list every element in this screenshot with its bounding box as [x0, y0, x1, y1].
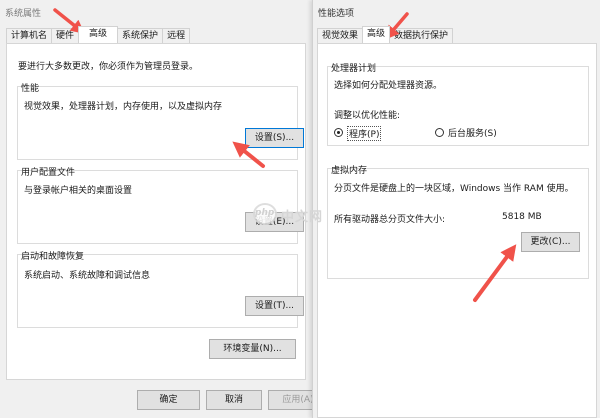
startup-recovery-settings-button[interactable]: 设置(T)... — [245, 296, 304, 316]
tab-visual-effects[interactable]: 视觉效果 — [317, 28, 364, 43]
programs-radio[interactable] — [334, 128, 343, 137]
tab-remote[interactable]: 远程 — [162, 28, 191, 43]
virtual-memory-desc: 分页文件是硬盘上的一块区域，Windows 当作 RAM 使用。 — [334, 184, 574, 194]
background-services-radio[interactable] — [435, 128, 444, 137]
background-services-radio-label[interactable]: 后台服务(S) — [448, 126, 497, 139]
tab-system-protection[interactable]: 系统保护 — [117, 28, 164, 43]
cancel-button[interactable]: 取消 — [206, 390, 262, 410]
window-title: 系统属性 — [5, 9, 42, 19]
window-title: 性能选项 — [318, 9, 355, 19]
watermark-text: 中文网 — [281, 210, 324, 225]
total-paging-label: 所有驱动器总分页文件大小: — [334, 215, 446, 225]
processor-scheduling-desc: 选择如何分配处理器资源。 — [334, 81, 443, 91]
tab-advanced[interactable]: 高级 — [362, 26, 391, 43]
virtual-memory-title: 虚拟内存 — [331, 166, 368, 176]
performance-desc: 视觉效果，处理器计划，内存使用，以及虚拟内存 — [24, 102, 223, 112]
tab-bar: 计算机名 硬件 高级 系统保护 远程 — [6, 26, 191, 43]
tab-data-execution-prevention[interactable]: 数据执行保护 — [389, 28, 454, 43]
admin-note: 要进行大多数更改，你必须作为管理员登录。 — [18, 62, 199, 72]
tab-computer-name[interactable]: 计算机名 — [6, 28, 53, 43]
user-profiles-desc: 与登录帐户相关的桌面设置 — [24, 186, 133, 196]
performance-group-title: 性能 — [21, 84, 40, 94]
startup-recovery-group — [17, 254, 298, 328]
tab-bar: 视觉效果 高级 数据执行保护 — [317, 26, 454, 43]
performance-group — [17, 86, 298, 160]
php-cn-watermark: php 中文网 — [253, 201, 343, 227]
ok-button[interactable]: 确定 — [137, 390, 200, 410]
user-profiles-group-title: 用户配置文件 — [21, 168, 76, 178]
adjust-label: 调整以优化性能: — [334, 111, 401, 121]
tab-hardware[interactable]: 硬件 — [51, 28, 80, 43]
environment-variables-button[interactable]: 环境变量(N)... — [209, 339, 296, 359]
performance-settings-button[interactable]: 设置(S)... — [245, 128, 304, 148]
performance-options-window: 性能选项 视觉效果 高级 数据执行保护 处理器计划 选择如何分配处理器资源。 调… — [312, 0, 600, 418]
tab-advanced[interactable]: 高级 — [78, 26, 119, 43]
tab-panel: 处理器计划 选择如何分配处理器资源。 调整以优化性能: 程序(P) 后台服务(S… — [317, 43, 597, 418]
processor-scheduling-title: 处理器计划 — [331, 64, 377, 74]
watermark-php-text: php — [255, 208, 275, 218]
total-paging-value: 5818 MB — [502, 212, 542, 222]
change-virtual-memory-button[interactable]: 更改(C)... — [521, 232, 580, 252]
programs-radio-label[interactable]: 程序(P) — [347, 126, 382, 141]
startup-recovery-group-title: 启动和故障恢复 — [21, 252, 85, 262]
startup-recovery-desc: 系统启动、系统故障和调试信息 — [24, 271, 151, 281]
